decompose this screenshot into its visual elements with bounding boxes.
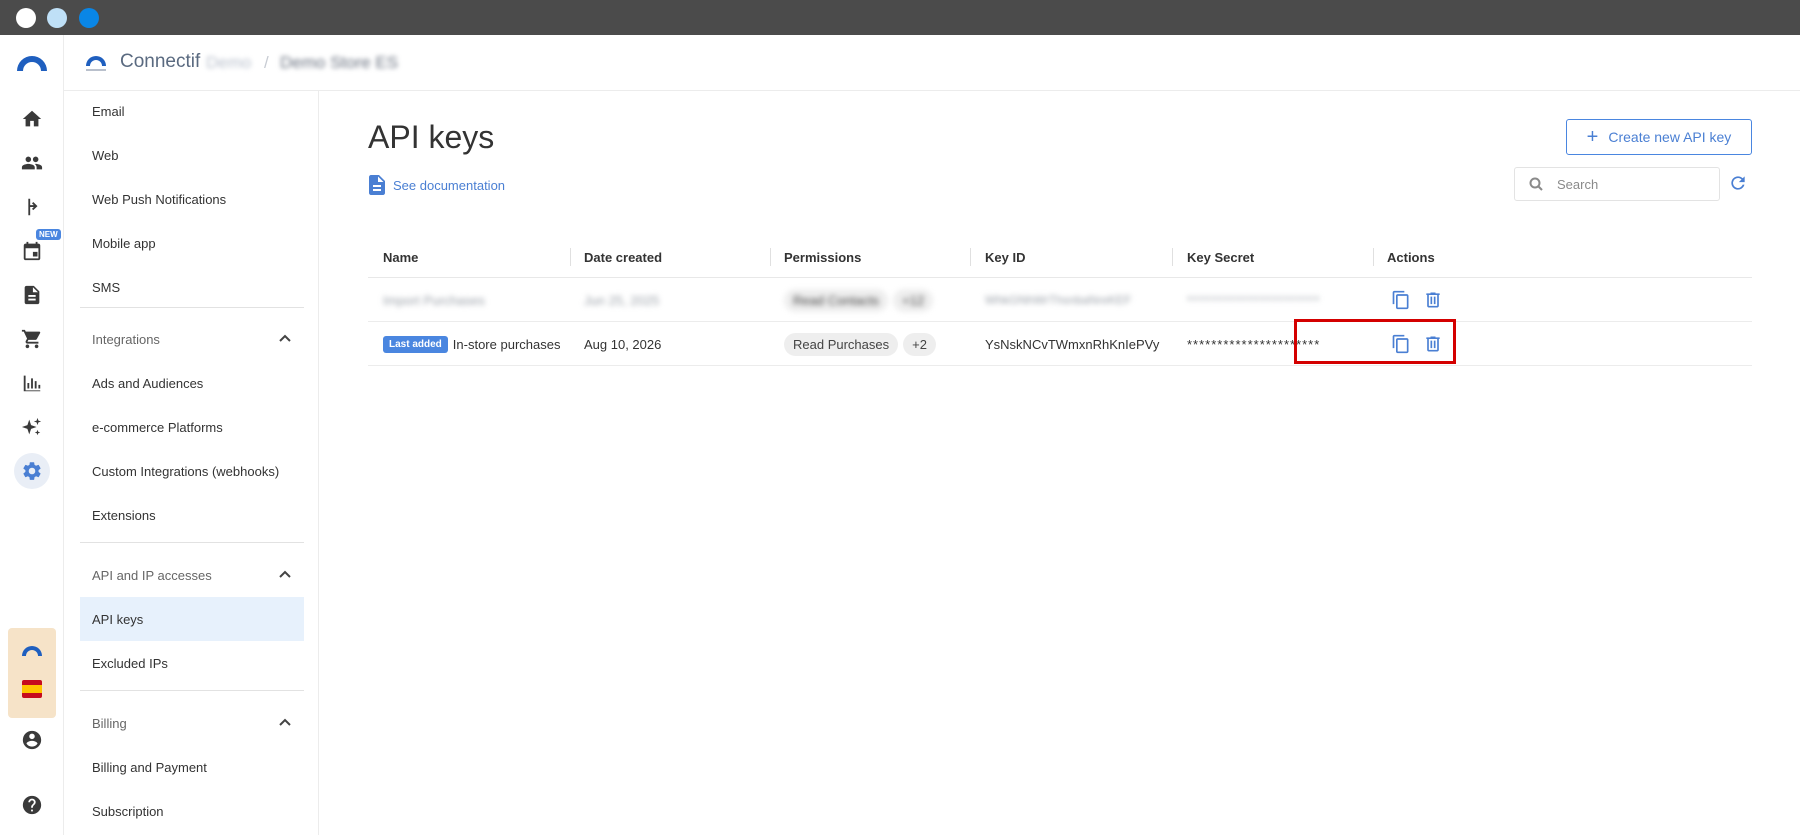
search-input[interactable] xyxy=(1557,176,1697,192)
document-icon[interactable] xyxy=(14,277,50,313)
nav-section-api-ip[interactable]: API and IP accesses xyxy=(80,553,304,597)
nav-section-billing[interactable]: Billing xyxy=(80,701,304,745)
workflows-icon[interactable] xyxy=(14,189,50,225)
spain-flag-icon xyxy=(22,680,42,698)
chevron-up-icon[interactable] xyxy=(278,567,292,584)
column-header-key-secret[interactable]: Key Secret xyxy=(1187,236,1254,278)
create-api-key-button[interactable]: + Create new API key xyxy=(1566,119,1752,155)
ai-sparkle-icon[interactable] xyxy=(14,409,50,445)
table-row[interactable]: Import Purchases Jun 25, 2025 Read Conta… xyxy=(368,278,1752,322)
row-name: Import Purchases xyxy=(383,292,485,308)
nav-item-extensions[interactable]: Extensions xyxy=(80,493,304,537)
store-logo-icon xyxy=(22,646,42,656)
main-content: API keys See documentation + Create new … xyxy=(319,91,1800,835)
settings-gear-icon[interactable] xyxy=(14,453,50,489)
new-badge: NEW xyxy=(36,229,61,240)
window-maximize-button[interactable] xyxy=(79,8,99,28)
home-icon[interactable] xyxy=(14,101,50,137)
permission-pill: Read Contacts xyxy=(784,288,888,312)
nav-item-ecommerce-platforms[interactable]: e-commerce Platforms xyxy=(80,405,304,449)
search-field[interactable] xyxy=(1514,167,1720,201)
store-switcher[interactable] xyxy=(8,628,56,718)
nav-divider xyxy=(80,542,304,543)
search-icon xyxy=(1529,177,1543,191)
row-permissions: Read Contacts +12 xyxy=(784,278,938,322)
document-icon xyxy=(369,175,385,195)
help-icon[interactable] xyxy=(14,787,50,823)
permission-pill: Read Purchases xyxy=(784,332,899,356)
window-titlebar xyxy=(0,0,1800,35)
cart-icon[interactable] xyxy=(14,321,50,357)
user-account-icon[interactable] xyxy=(14,722,50,758)
row-date: Jun 25, 2025 xyxy=(584,292,660,308)
icon-rail: NEW xyxy=(0,35,64,835)
nav-item-sms[interactable]: SMS xyxy=(80,265,304,309)
nav-item-web[interactable]: Web xyxy=(80,133,304,177)
nav-item-subscription[interactable]: Subscription xyxy=(80,789,304,833)
nav-item-ads-audiences[interactable]: Ads and Audiences xyxy=(80,361,304,405)
page-title: API keys xyxy=(368,119,495,155)
column-header-date[interactable]: Date created xyxy=(584,236,662,278)
nav-section-label: Integrations xyxy=(92,331,160,347)
calendar-icon[interactable]: NEW xyxy=(14,229,61,269)
connectif-logo-icon[interactable] xyxy=(14,53,50,73)
create-button-label: Create new API key xyxy=(1608,129,1732,145)
column-header-actions: Actions xyxy=(1387,249,1435,265)
contacts-icon[interactable] xyxy=(14,145,50,181)
column-separator xyxy=(970,248,971,266)
nav-item-mobile-app[interactable]: Mobile app xyxy=(80,221,304,265)
last-added-badge: Last added xyxy=(383,335,448,353)
nav-item-excluded-ips[interactable]: Excluded IPs xyxy=(80,641,304,685)
table-row[interactable]: Last added In-store purchases Aug 10, 20… xyxy=(368,322,1752,366)
top-header: Connectif Demo / Demo Store ES xyxy=(64,35,1800,91)
permission-more-pill[interactable]: +12 xyxy=(893,288,934,312)
permission-more-pill[interactable]: +2 xyxy=(903,332,936,356)
row-permissions: Read Purchases +2 xyxy=(784,322,941,366)
nav-item-billing-payment[interactable]: Billing and Payment xyxy=(80,745,304,789)
nav-section-label: Billing xyxy=(92,715,127,731)
plus-icon: + xyxy=(1586,126,1599,148)
doc-link-label[interactable]: See documentation xyxy=(393,178,505,193)
row-name: In-store purchases xyxy=(452,336,561,352)
nav-item-web-push[interactable]: Web Push Notifications xyxy=(80,177,304,221)
column-separator xyxy=(1172,248,1173,266)
window-minimize-button[interactable] xyxy=(47,8,67,28)
row-actions xyxy=(1391,278,1455,322)
brand-logo-icon[interactable] xyxy=(84,52,108,74)
key-secret-highlight-box xyxy=(1294,319,1456,364)
breadcrumb-separator: / xyxy=(264,53,269,72)
nav-divider xyxy=(80,690,304,691)
column-separator xyxy=(570,248,571,266)
nav-item-api-keys[interactable]: API keys xyxy=(80,597,304,641)
copy-icon[interactable] xyxy=(1391,289,1411,311)
column-header-permissions[interactable]: Permissions xyxy=(784,236,861,278)
row-date: Aug 10, 2026 xyxy=(584,336,662,352)
refresh-icon[interactable] xyxy=(1728,173,1748,193)
nav-divider xyxy=(80,307,304,308)
nav-item-email[interactable]: Email xyxy=(80,89,304,133)
row-key-secret: ********************** xyxy=(1187,292,1321,308)
table-header: Name Date created Permissions Key ID Key… xyxy=(368,236,1752,278)
column-header-name[interactable]: Name xyxy=(383,236,418,278)
settings-nav: Email Web Web Push Notifications Mobile … xyxy=(80,91,304,835)
brand-name: Connectif xyxy=(120,51,201,72)
column-header-key-id[interactable]: Key ID xyxy=(985,236,1025,278)
api-keys-table: Name Date created Permissions Key ID Key… xyxy=(368,236,1752,366)
store-name[interactable]: Demo Store ES xyxy=(280,53,398,73)
row-name-cell: Last added In-store purchases xyxy=(383,322,560,366)
row-key-id: WhkGNhWrThsnbaNreKEF xyxy=(985,293,1132,307)
nav-item-custom-integrations[interactable]: Custom Integrations (webhooks) xyxy=(80,449,304,493)
nav-section-integrations[interactable]: Integrations xyxy=(80,317,304,361)
window-close-button[interactable] xyxy=(16,8,36,28)
row-key-id[interactable]: YsNskNCvTWmxnRhKnIePVy xyxy=(985,322,1159,366)
account-name[interactable]: Demo xyxy=(206,53,251,73)
chevron-up-icon[interactable] xyxy=(278,331,292,348)
delete-trash-icon[interactable] xyxy=(1423,289,1443,311)
column-separator xyxy=(770,248,771,266)
analytics-icon[interactable] xyxy=(14,365,50,401)
chevron-up-icon[interactable] xyxy=(278,715,292,732)
see-documentation-link[interactable]: See documentation xyxy=(369,175,505,195)
nav-section-label: API and IP accesses xyxy=(92,567,212,583)
column-separator xyxy=(1373,248,1374,266)
